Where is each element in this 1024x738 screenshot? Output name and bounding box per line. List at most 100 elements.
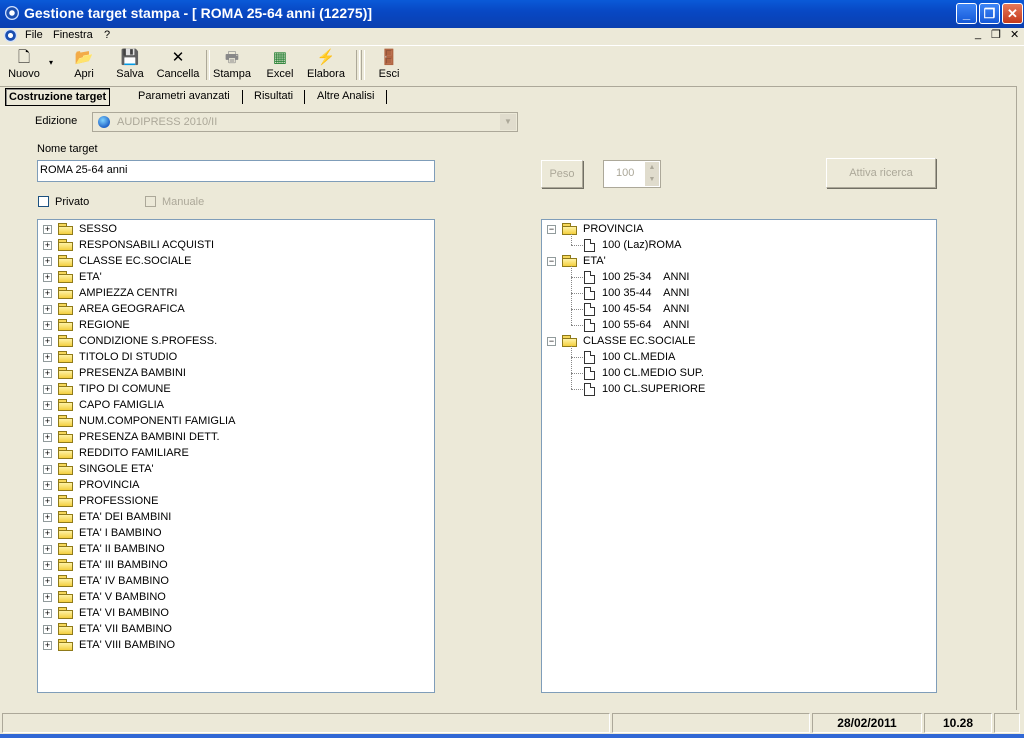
- tree-node[interactable]: + REDDITO FAMILIARE: [38, 445, 434, 461]
- manuale-checkbox[interactable]: [145, 196, 156, 207]
- expand-icon[interactable]: +: [43, 545, 52, 554]
- expand-icon[interactable]: +: [43, 353, 52, 362]
- expand-icon[interactable]: +: [43, 273, 52, 282]
- chevron-down-icon[interactable]: ▼: [500, 114, 516, 130]
- tree-node[interactable]: + ETA' II BAMBINO: [38, 541, 434, 557]
- expand-icon[interactable]: +: [43, 385, 52, 394]
- tree-node[interactable]: + ETA' III BAMBINO: [38, 557, 434, 573]
- nome-target-input[interactable]: ROMA 25-64 anni: [37, 160, 435, 182]
- tree-node[interactable]: + PRESENZA BAMBINI DETT.: [38, 429, 434, 445]
- expand-icon[interactable]: +: [43, 449, 52, 458]
- expand-icon[interactable]: +: [43, 369, 52, 378]
- stampa-button[interactable]: 🖶 Stampa: [211, 48, 253, 84]
- tab-costruzione-target[interactable]: Costruzione target: [5, 88, 111, 106]
- excel-button[interactable]: ▦ Excel: [263, 48, 297, 84]
- esci-button[interactable]: 🚪 Esci: [375, 48, 403, 84]
- tree-node[interactable]: + CAPO FAMIGLIA: [38, 397, 434, 413]
- tree-node[interactable]: + TIPO DI COMUNE: [38, 381, 434, 397]
- expand-icon[interactable]: +: [43, 481, 52, 490]
- tree-node[interactable]: + ETA' VIII BAMBINO: [38, 637, 434, 653]
- privato-checkbox[interactable]: [38, 196, 49, 207]
- expand-icon[interactable]: +: [43, 433, 52, 442]
- chevron-down-icon[interactable]: ▾: [49, 58, 53, 67]
- collapse-icon[interactable]: −: [547, 225, 556, 234]
- expand-icon[interactable]: +: [43, 561, 52, 570]
- collapse-icon[interactable]: −: [547, 257, 556, 266]
- tree-group[interactable]: − PROVINCIA: [542, 221, 936, 237]
- expand-icon[interactable]: +: [43, 513, 52, 522]
- tree-node[interactable]: + NUM.COMPONENTI FAMIGLIA: [38, 413, 434, 429]
- nuovo-button[interactable]: 🗋 Nuovo: [6, 48, 42, 84]
- cancella-button[interactable]: ✕ Cancella: [155, 48, 201, 84]
- tree-node[interactable]: + CONDIZIONE S.PROFESS.: [38, 333, 434, 349]
- mdi-child-icon[interactable]: [4, 29, 17, 42]
- expand-icon[interactable]: +: [43, 305, 52, 314]
- spin-up-icon[interactable]: ▲: [645, 162, 659, 174]
- tab-altre-analisi[interactable]: Altre Analisi: [317, 90, 374, 102]
- expand-icon[interactable]: +: [43, 593, 52, 602]
- tree-node[interactable]: + ETA' DEI BAMBINI: [38, 509, 434, 525]
- tree-group[interactable]: − ETA': [542, 253, 936, 269]
- tree-node[interactable]: + PROVINCIA: [38, 477, 434, 493]
- tree-leaf[interactable]: 100 (Laz)ROMA: [542, 237, 936, 253]
- tree-node[interactable]: + PRESENZA BAMBINI: [38, 365, 434, 381]
- expand-icon[interactable]: +: [43, 225, 52, 234]
- tree-node[interactable]: + ETA' V BAMBINO: [38, 589, 434, 605]
- menu-finestra[interactable]: Finestra: [53, 29, 93, 41]
- tree-node[interactable]: + ETA' I BAMBINO: [38, 525, 434, 541]
- variables-tree[interactable]: + SESSO + RESPONSABILI ACQUISTI + CLASSE EC.S…: [37, 219, 435, 693]
- tree-node[interactable]: + RESPONSABILI ACQUISTI: [38, 237, 434, 253]
- tree-node[interactable]: + SINGOLE ETA': [38, 461, 434, 477]
- menu-file[interactable]: File: [25, 29, 43, 41]
- expand-icon[interactable]: +: [43, 401, 52, 410]
- tab-risultati[interactable]: Risultati: [254, 90, 293, 102]
- expand-icon[interactable]: +: [43, 465, 52, 474]
- expand-icon[interactable]: +: [43, 641, 52, 650]
- tree-node[interactable]: + ETA' VI BAMBINO: [38, 605, 434, 621]
- expand-icon[interactable]: +: [43, 241, 52, 250]
- tree-node[interactable]: + ETA' VII BAMBINO: [38, 621, 434, 637]
- tree-leaf[interactable]: 100 45-54 ANNI: [542, 301, 936, 317]
- edizione-select[interactable]: AUDIPRESS 2010/II ▼: [92, 112, 518, 132]
- expand-icon[interactable]: +: [43, 529, 52, 538]
- expand-icon[interactable]: +: [43, 625, 52, 634]
- expand-icon[interactable]: +: [43, 417, 52, 426]
- menu-help[interactable]: ?: [104, 29, 110, 41]
- restore-button[interactable]: ❐: [979, 3, 1000, 24]
- target-tree[interactable]: − PROVINCIA 100 (Laz)ROMA − ETA' 100 25-34 AN…: [541, 219, 937, 693]
- tree-leaf[interactable]: 100 35-44 ANNI: [542, 285, 936, 301]
- expand-icon[interactable]: +: [43, 609, 52, 618]
- attiva-ricerca-button[interactable]: Attiva ricerca: [826, 158, 936, 188]
- mdi-close-button[interactable]: ✕: [1010, 28, 1019, 41]
- tree-node[interactable]: + AMPIEZZA CENTRI: [38, 285, 434, 301]
- salva-button[interactable]: 💾 Salva: [114, 48, 146, 84]
- mdi-minimize-button[interactable]: _: [975, 28, 981, 40]
- tree-leaf[interactable]: 100 CL.MEDIA: [542, 349, 936, 365]
- elabora-button[interactable]: ⚡ Elabora: [306, 48, 346, 84]
- tree-leaf[interactable]: 100 CL.MEDIO SUP.: [542, 365, 936, 381]
- tree-node[interactable]: + REGIONE: [38, 317, 434, 333]
- tree-node[interactable]: + ETA': [38, 269, 434, 285]
- tree-node[interactable]: + PROFESSIONE: [38, 493, 434, 509]
- tree-node[interactable]: + TITOLO DI STUDIO: [38, 349, 434, 365]
- tree-node[interactable]: + ETA' IV BAMBINO: [38, 573, 434, 589]
- expand-icon[interactable]: +: [43, 257, 52, 266]
- weight-spinner[interactable]: 100 ▲ ▼: [603, 160, 661, 188]
- mdi-restore-button[interactable]: ❐: [991, 28, 1001, 41]
- tree-leaf[interactable]: 100 CL.SUPERIORE: [542, 381, 936, 397]
- peso-button[interactable]: Peso: [541, 160, 583, 188]
- tree-leaf[interactable]: 100 55-64 ANNI: [542, 317, 936, 333]
- tree-node[interactable]: + CLASSE EC.SOCIALE: [38, 253, 434, 269]
- expand-icon[interactable]: +: [43, 497, 52, 506]
- expand-icon[interactable]: +: [43, 289, 52, 298]
- expand-icon[interactable]: +: [43, 337, 52, 346]
- tree-group[interactable]: − CLASSE EC.SOCIALE: [542, 333, 936, 349]
- expand-icon[interactable]: +: [43, 321, 52, 330]
- collapse-icon[interactable]: −: [547, 337, 556, 346]
- apri-button[interactable]: 📂 Apri: [68, 48, 100, 84]
- tree-node[interactable]: + AREA GEOGRAFICA: [38, 301, 434, 317]
- expand-icon[interactable]: +: [43, 577, 52, 586]
- close-button[interactable]: ✕: [1002, 3, 1023, 24]
- tree-leaf[interactable]: 100 25-34 ANNI: [542, 269, 936, 285]
- spin-down-icon[interactable]: ▼: [645, 174, 659, 186]
